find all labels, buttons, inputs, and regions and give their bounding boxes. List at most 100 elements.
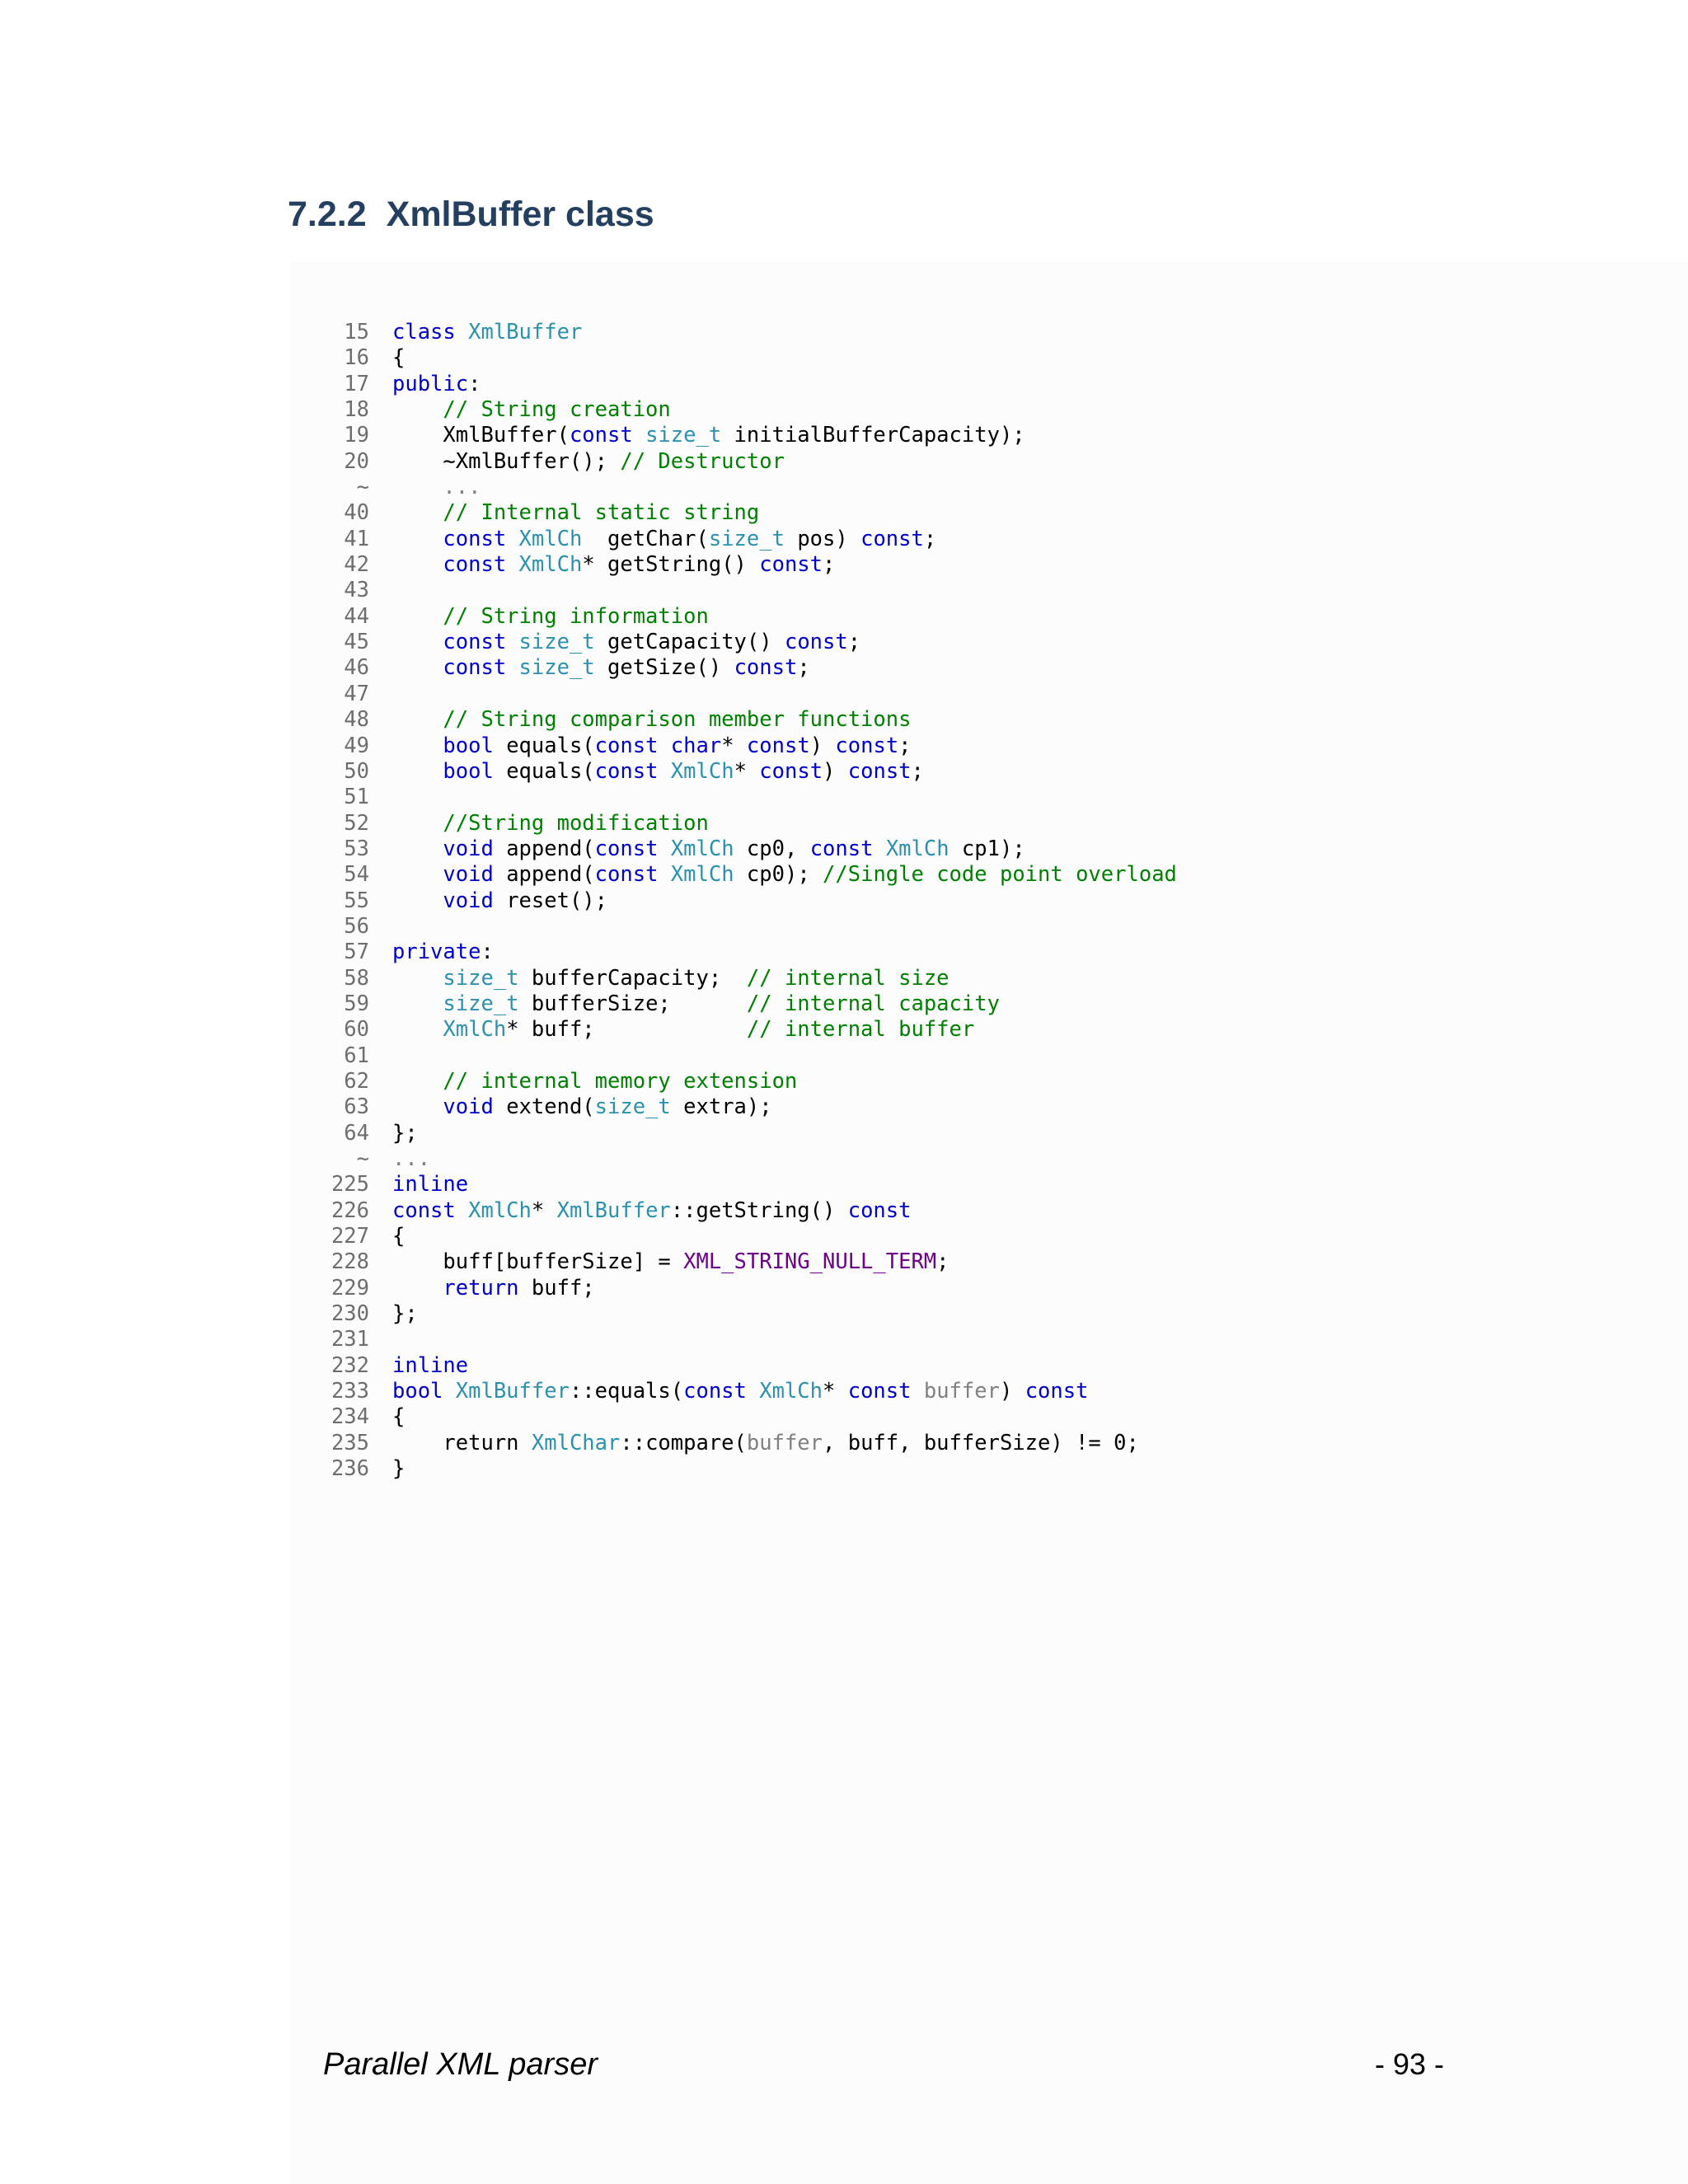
code-token: ; bbox=[823, 552, 836, 578]
line-number: 46 bbox=[344, 655, 369, 681]
code-token: ::equals( bbox=[569, 1379, 684, 1404]
code-token: const bbox=[1025, 1379, 1089, 1404]
footer-title: Parallel XML parser bbox=[323, 2047, 598, 2082]
code-text: ... bbox=[392, 1146, 430, 1171]
code-text: size_t bufferSize; // internal capacity bbox=[392, 991, 1000, 1016]
code-text: { bbox=[392, 1404, 405, 1429]
code-token: //Single code point overload bbox=[823, 862, 1177, 888]
line-number: ~ bbox=[356, 475, 369, 500]
code-token: XmlCh bbox=[759, 1379, 823, 1404]
line-number: 49 bbox=[344, 733, 369, 758]
line-number: 64 bbox=[344, 1120, 369, 1146]
line-number: 47 bbox=[344, 681, 369, 706]
code-token: ; bbox=[911, 758, 924, 784]
code-line: 232 inline bbox=[313, 1353, 1177, 1379]
line-number: 53 bbox=[344, 836, 369, 861]
code-text: const XmlCh getChar(size_t pos) const; bbox=[392, 527, 936, 551]
code-token: // String information bbox=[443, 603, 709, 629]
code-text: class XmlBuffer bbox=[392, 320, 582, 344]
code-token: size_t bbox=[645, 423, 722, 448]
code-text: // internal memory extension bbox=[392, 1069, 797, 1094]
code-token: XmlCh bbox=[670, 862, 734, 888]
code-token: buff[bufferSize] = bbox=[392, 1249, 684, 1275]
code-token: buff; bbox=[518, 1275, 595, 1301]
code-token: bool bbox=[443, 758, 494, 784]
code-line: 54 void append(const XmlCh cp0); //Singl… bbox=[313, 862, 1177, 888]
code-token: size_t bbox=[443, 965, 519, 991]
code-token: class bbox=[392, 320, 469, 344]
code-text: inline bbox=[392, 1353, 468, 1378]
code-token: XmlBuffer bbox=[468, 320, 583, 344]
code-text: //String modification bbox=[392, 810, 709, 836]
code-line: 40 // Internal static string bbox=[313, 500, 1177, 526]
code-line: 17 public: bbox=[313, 372, 1177, 397]
code-text: void append(const XmlCh cp0); //Single c… bbox=[392, 862, 1177, 888]
code-token: const bbox=[847, 758, 912, 784]
code-line: 51 bbox=[313, 785, 1177, 810]
code-token: extra); bbox=[670, 1094, 772, 1120]
code-token: // internal size bbox=[746, 965, 950, 991]
line-number: 59 bbox=[344, 991, 369, 1016]
code-token: const bbox=[847, 1197, 912, 1223]
code-token: const bbox=[594, 758, 671, 784]
code-text: public: bbox=[392, 372, 481, 396]
code-line: 235 return XmlChar::compare(buffer, buff… bbox=[313, 1431, 1177, 1456]
code-line: ~... bbox=[313, 1146, 1177, 1172]
code-token: XmlBuffer bbox=[556, 1197, 671, 1223]
code-token: return bbox=[443, 1275, 519, 1301]
code-token: ::getString() bbox=[670, 1197, 848, 1223]
code-text: }; bbox=[392, 1301, 418, 1326]
code-text: inline bbox=[392, 1172, 468, 1197]
code-token: ; bbox=[923, 526, 937, 551]
code-text: bool equals(const char* const) const; bbox=[392, 733, 912, 758]
line-number: 231 bbox=[331, 1327, 369, 1352]
code-line: 16 { bbox=[313, 345, 1177, 371]
code-token: const bbox=[443, 526, 519, 551]
line-number: 60 bbox=[344, 1017, 369, 1043]
code-token: const bbox=[683, 1379, 760, 1404]
code-token: ... bbox=[392, 1146, 431, 1171]
code-token: getSize() bbox=[594, 655, 734, 681]
code-token: // Internal static string bbox=[443, 500, 760, 526]
code-token: XmlCh bbox=[670, 836, 734, 861]
code-line: 52 //String modification bbox=[313, 811, 1177, 837]
code-token: getChar( bbox=[582, 526, 709, 551]
code-text: size_t bufferCapacity; // internal size bbox=[392, 965, 950, 991]
code-token: : bbox=[481, 940, 494, 965]
line-number: 232 bbox=[331, 1352, 369, 1378]
code-token: void bbox=[443, 862, 494, 888]
code-token: ; bbox=[936, 1249, 950, 1275]
code-token: // String comparison member functions bbox=[443, 707, 912, 733]
line-number: 40 bbox=[344, 500, 369, 526]
code-token: public bbox=[392, 371, 469, 396]
code-token: private bbox=[392, 940, 481, 965]
code-token: const bbox=[759, 758, 823, 784]
code-token: void bbox=[443, 888, 494, 913]
code-token: ; bbox=[797, 655, 810, 681]
line-number: 58 bbox=[344, 965, 369, 991]
code-token: //String modification bbox=[443, 810, 709, 836]
code-token: const bbox=[569, 423, 646, 448]
code-token: const bbox=[835, 733, 899, 758]
code-line: 57 private: bbox=[313, 940, 1177, 965]
code-text: } bbox=[392, 1456, 405, 1481]
code-token: const bbox=[443, 630, 519, 655]
code-token: size_t bbox=[443, 991, 519, 1016]
code-token: }; bbox=[392, 1301, 418, 1327]
code-token: ; bbox=[898, 733, 912, 758]
code-token: reset(); bbox=[493, 888, 608, 913]
line-number: 233 bbox=[331, 1379, 369, 1404]
code-token: cp0, bbox=[734, 836, 810, 861]
code-text: // String creation bbox=[392, 397, 670, 422]
code-line: 55 void reset(); bbox=[313, 888, 1177, 914]
line-number: 43 bbox=[344, 578, 369, 603]
code-token: bufferCapacity; bbox=[518, 965, 747, 991]
code-line: 53 void append(const XmlCh cp0, const Xm… bbox=[313, 837, 1177, 862]
